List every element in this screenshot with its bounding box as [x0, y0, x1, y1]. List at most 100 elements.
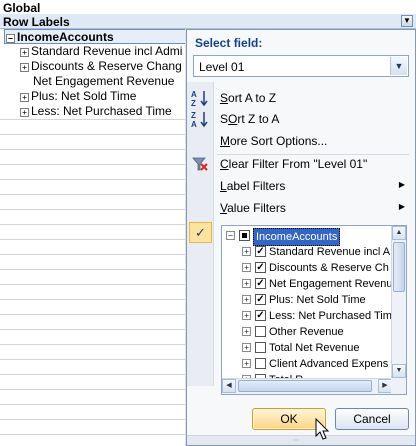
- gridline: [0, 209, 190, 210]
- gridline: [0, 224, 190, 225]
- row-labels-header[interactable]: Row Labels: [3, 15, 70, 29]
- filter-dropdown-panel: Select field: Level 01 ▼ A Z Sort A to Z…: [186, 29, 416, 446]
- expand-icon[interactable]: +: [242, 247, 251, 256]
- gridline: [0, 299, 190, 300]
- tree-node-label: Total Net Revenue: [269, 342, 360, 354]
- pivot-row[interactable]: + Less: Net Purchased Time: [20, 104, 172, 119]
- submenu-arrow-icon: ▶: [398, 202, 405, 211]
- tree-checkbox[interactable]: [255, 342, 266, 353]
- pivot-row[interactable]: Net Engagement Revenue: [33, 74, 174, 89]
- expand-icon[interactable]: +: [242, 359, 251, 368]
- expand-icon[interactable]: +: [20, 93, 29, 102]
- expand-icon[interactable]: +: [242, 343, 251, 352]
- scrollbar-corner: [391, 378, 406, 394]
- select-field-label: Select field:: [195, 36, 263, 50]
- pivot-row-label: Discounts & Reserve Chang: [31, 59, 182, 73]
- tree-checkbox[interactable]: ✓: [255, 262, 266, 273]
- horizontal-scrollbar[interactable]: ◀ ▶: [222, 378, 392, 394]
- pivot-row[interactable]: + Discounts & Reserve Chang: [20, 59, 182, 74]
- expand-icon[interactable]: +: [242, 263, 251, 272]
- tree-item[interactable]: + ✓ Less: Net Purchased Tim: [222, 308, 392, 324]
- tree-checkbox-partial[interactable]: [239, 230, 250, 241]
- tree-checkbox[interactable]: ✓: [255, 246, 266, 257]
- tree-item[interactable]: + ✓ Discounts & Reserve Ch: [222, 260, 392, 276]
- tree-checkbox[interactable]: ✓: [255, 278, 266, 289]
- tree-item[interactable]: + Other Revenue: [222, 324, 392, 340]
- collapse-icon[interactable]: −: [226, 231, 235, 240]
- menu-item-label: Sort A to Z: [220, 91, 277, 105]
- menu-item-label: Label Filters: [220, 179, 286, 193]
- vertical-scrollbar[interactable]: ▲ ▼: [391, 226, 406, 378]
- pivot-row-label: Net Engagement Revenue: [33, 74, 175, 88]
- tree-item[interactable]: + ✓ Standard Revenue incl A: [222, 244, 392, 260]
- menu-item-clear-filter[interactable]: Clear Filter From "Level 01": [187, 154, 413, 174]
- gridline: [0, 419, 190, 420]
- gridline: [0, 239, 190, 240]
- pivot-row[interactable]: + Standard Revenue incl Admi: [20, 44, 182, 59]
- menu-item-label: SOrt Z to A: [220, 112, 280, 126]
- expand-icon[interactable]: +: [242, 295, 251, 304]
- checkmark-icon: ✓: [189, 222, 212, 243]
- scroll-right-icon[interactable]: ▶: [378, 379, 392, 393]
- pivot-row-label: Less: Net Purchased Time: [31, 104, 172, 118]
- gridline: [0, 134, 190, 135]
- menu-item-more-sort-options[interactable]: More Sort Options...: [187, 131, 413, 151]
- tree-checkbox[interactable]: [255, 326, 266, 337]
- tree-item[interactable]: + Client Advanced Expens: [222, 356, 392, 372]
- sort-descending-icon: Z A: [190, 110, 210, 129]
- menu-item-label: Value Filters: [220, 201, 286, 215]
- tree-root-node[interactable]: − IncomeAccounts: [222, 228, 392, 246]
- gridline: [0, 179, 190, 180]
- svg-text:Z: Z: [191, 99, 196, 107]
- tree-item[interactable]: + ✓ Plus: Net Sold Time: [222, 292, 392, 308]
- resize-grip-icon: ⋯: [293, 438, 300, 444]
- menu-item-sort-a-to-z[interactable]: A Z Sort A to Z: [187, 88, 413, 108]
- tree-node-label: Less: Net Purchased Tim: [269, 310, 392, 322]
- gridline: [0, 164, 190, 165]
- expand-icon[interactable]: +: [20, 108, 29, 117]
- expand-icon[interactable]: +: [242, 327, 251, 336]
- filter-item-tree[interactable]: − IncomeAccounts + ✓ Standard Revenue incl A…: [221, 225, 407, 395]
- tree-checkbox[interactable]: [255, 358, 266, 369]
- chevron-down-icon[interactable]: ▼: [390, 57, 407, 75]
- tree-node-label: Plus: Net Sold Time: [269, 294, 366, 306]
- pivot-row-label: IncomeAccounts: [17, 30, 114, 44]
- cancel-button[interactable]: Cancel: [335, 408, 409, 430]
- scroll-left-icon[interactable]: ◀: [222, 379, 236, 393]
- menu-item-label-filters[interactable]: Label Filters ▶: [187, 176, 413, 196]
- select-field-combobox[interactable]: Level 01 ▼: [193, 55, 409, 77]
- pivot-row[interactable]: + Plus: Net Sold Time: [20, 89, 136, 104]
- gridline: [0, 359, 190, 360]
- resize-grip[interactable]: ⋯: [187, 435, 415, 445]
- tree-checkbox[interactable]: ✓: [255, 294, 266, 305]
- gridline: [0, 389, 190, 390]
- collapse-icon[interactable]: −: [6, 34, 15, 43]
- expand-icon[interactable]: +: [242, 311, 251, 320]
- tree-node-label: Other Revenue: [269, 326, 344, 338]
- scroll-up-icon[interactable]: ▲: [392, 226, 406, 240]
- expand-icon[interactable]: +: [20, 63, 29, 72]
- expand-icon[interactable]: +: [242, 279, 251, 288]
- row-labels-filter-dropdown-icon[interactable]: ▼: [401, 15, 413, 27]
- gridline: [0, 344, 190, 345]
- tree-item[interactable]: + ✓ Net Engagement Revenu: [222, 276, 393, 292]
- tree-node-label: Discounts & Reserve Ch: [269, 262, 389, 274]
- svg-text:A: A: [191, 90, 197, 99]
- tree-item[interactable]: + Total Net Revenue: [222, 340, 392, 356]
- gridline: [0, 149, 190, 150]
- gridline: [0, 329, 190, 330]
- pivot-row-incomeaccounts[interactable]: − IncomeAccounts: [4, 29, 190, 44]
- tree-node-label: Net Engagement Revenu: [269, 278, 393, 290]
- menu-item-sort-z-to-a[interactable]: Z A SOrt Z to A: [187, 109, 413, 129]
- tree-node-label: Standard Revenue incl A: [269, 246, 391, 258]
- menu-item-value-filters[interactable]: Value Filters ▶: [187, 198, 413, 218]
- submenu-arrow-icon: ▶: [398, 180, 405, 189]
- tree-checkbox[interactable]: ✓: [255, 310, 266, 321]
- scroll-down-icon[interactable]: ▼: [392, 364, 406, 378]
- horizontal-scroll-thumb[interactable]: [238, 380, 372, 392]
- gridline: [0, 284, 190, 285]
- expand-icon[interactable]: +: [20, 48, 29, 57]
- gridline: [0, 404, 190, 405]
- vertical-scroll-thumb[interactable]: [393, 242, 405, 292]
- menu-item-label: Clear Filter From "Level 01": [220, 157, 368, 171]
